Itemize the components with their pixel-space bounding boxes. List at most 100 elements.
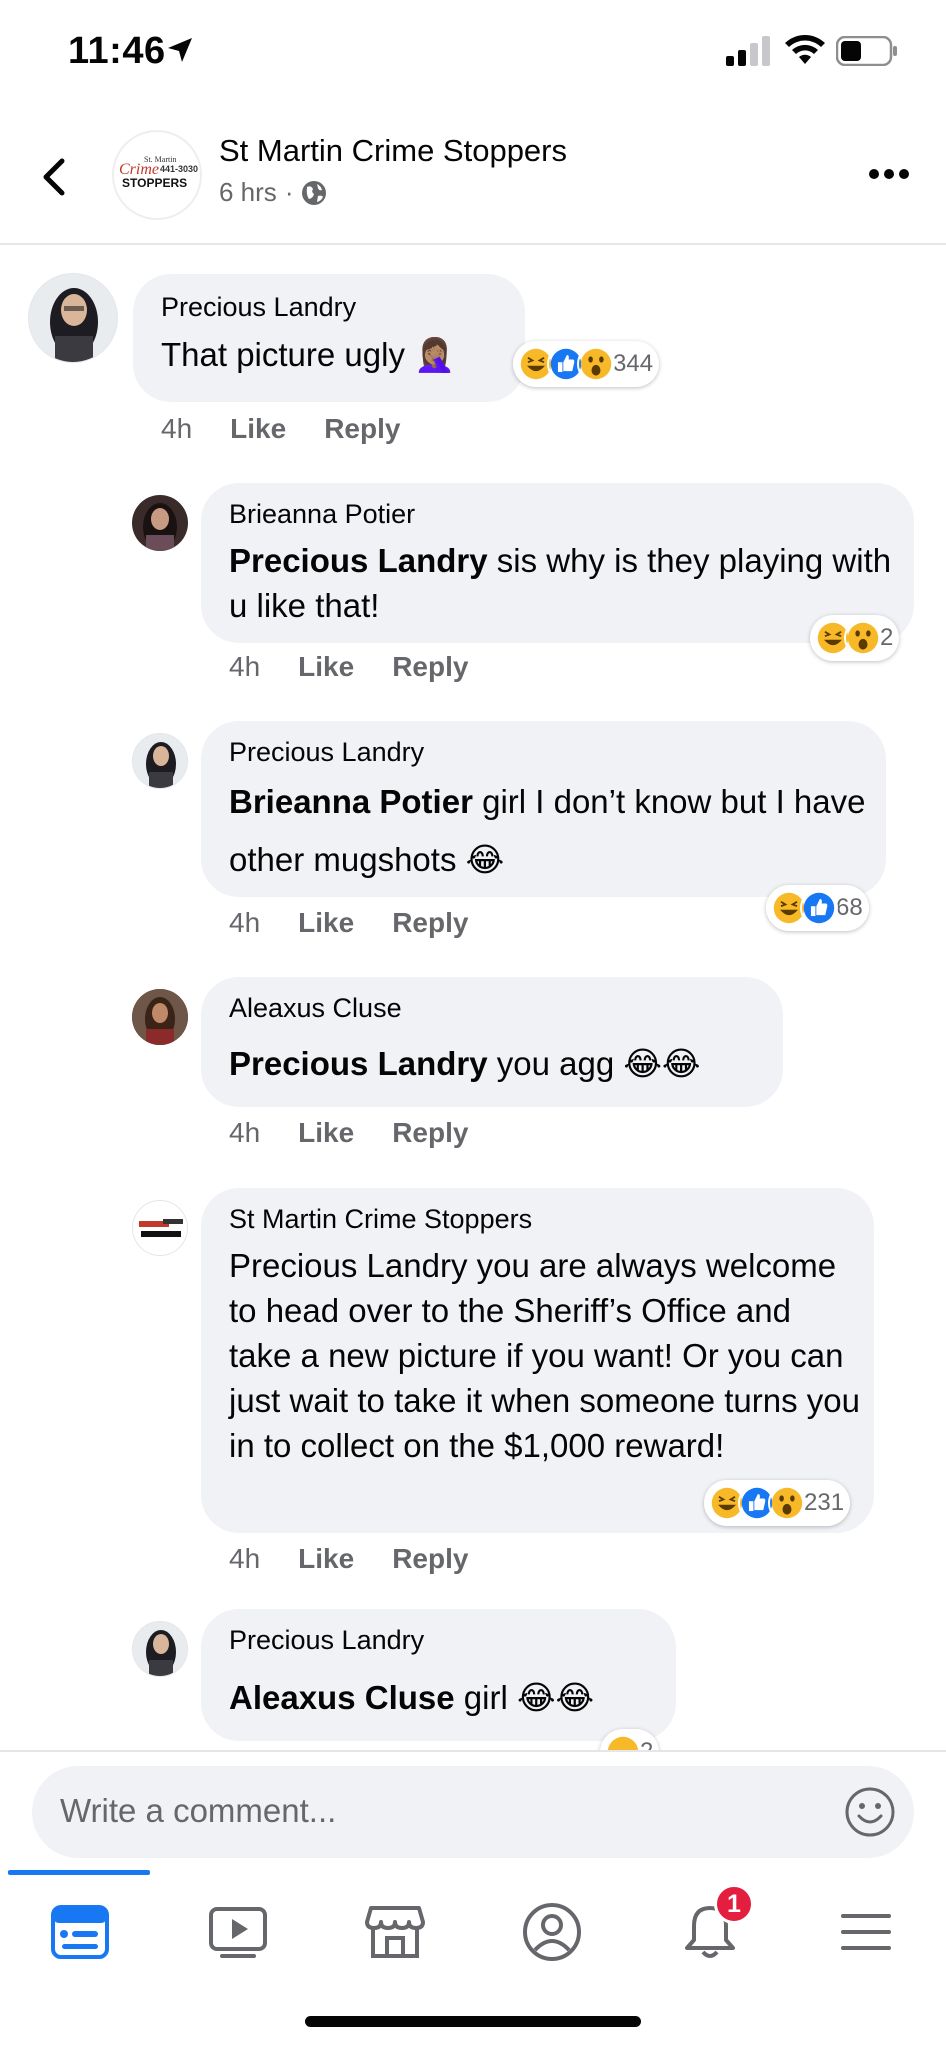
like-button[interactable]: Like	[298, 651, 354, 683]
like-button[interactable]: Like	[230, 413, 286, 445]
reaction-summary[interactable]: 68	[766, 885, 869, 931]
wow-reaction-icon	[577, 345, 615, 383]
tab-marketplace[interactable]	[355, 1892, 435, 1972]
person-photo	[143, 503, 177, 551]
comment-bubble[interactable]: Precious Landry Brieanna Potier girl I d…	[201, 721, 886, 897]
comment-bubble[interactable]: Precious Landry That picture ugly 🤦🏽‍♀️	[133, 274, 525, 402]
comment-actions: 4h Like Reply	[229, 907, 468, 939]
reply-button[interactable]: Reply	[392, 1543, 468, 1575]
comment-text: Precious Landry you are always welcome t…	[229, 1247, 860, 1464]
meta-separator: ·	[284, 177, 294, 207]
comment-author[interactable]: Precious Landry	[161, 292, 356, 323]
reply-comment: St Martin Crime Stoppers Precious Landry…	[0, 1188, 946, 1578]
crime-stoppers-logo: St. Martin Crime 441-3030 STOPPERS	[119, 155, 198, 190]
comment-text: Precious Landry you agg 😂😂	[229, 1041, 701, 1086]
post-header: St. Martin Crime 441-3030 STOPPERS St Ma…	[0, 115, 946, 245]
comment-actions: 4h Like Reply	[229, 1543, 468, 1575]
comment-thread: Precious Landry That picture ugly 🤦🏽‍♀️ …	[0, 245, 946, 1750]
back-arrow-icon[interactable]	[34, 147, 74, 207]
tab-menu[interactable]	[826, 1892, 906, 1972]
comment-text: Precious Landry sis why is they playing …	[229, 538, 909, 628]
comment-body: you agg	[487, 1045, 615, 1082]
comment-text: Brieanna Potier girl I don’t know but I …	[229, 773, 879, 889]
like-button[interactable]: Like	[298, 907, 354, 939]
tab-profile[interactable]	[512, 1892, 592, 1972]
home-indicator	[305, 2016, 641, 2027]
like-reaction-icon	[800, 889, 838, 927]
reaction-count: 68	[836, 894, 863, 921]
comment-time[interactable]: 4h	[229, 907, 260, 939]
battery-icon	[836, 36, 897, 66]
avatar[interactable]	[132, 1200, 188, 1256]
reaction-summary[interactable]: 344	[513, 341, 660, 387]
avatar[interactable]	[132, 1621, 188, 1677]
more-options-icon[interactable]	[868, 167, 910, 181]
comment-time[interactable]: 4h	[229, 1543, 260, 1575]
comment-bubble[interactable]: Precious Landry Aleaxus Cluse girl 😂😂	[201, 1609, 676, 1741]
avatar[interactable]	[132, 733, 188, 789]
news-feed-icon	[51, 1905, 109, 1959]
reply-button[interactable]: Reply	[392, 651, 468, 683]
reply-button[interactable]: Reply	[392, 907, 468, 939]
laughing-emoji: 😂	[465, 841, 505, 878]
reply-comment: Precious Landry Aleaxus Cluse girl 😂😂 2	[0, 1609, 946, 1750]
marketplace-icon	[365, 1906, 425, 1958]
post-meta: 6 hrs ·	[219, 177, 327, 208]
reaction-count: 344	[613, 350, 654, 377]
comment: Precious Landry That picture ugly 🤦🏽‍♀️ …	[0, 245, 946, 455]
wow-reaction-icon	[844, 619, 882, 657]
reaction-count: 231	[804, 1489, 845, 1516]
person-photo	[132, 989, 188, 1045]
page-name[interactable]: St Martin Crime Stoppers	[219, 133, 567, 169]
comment-author[interactable]: St Martin Crime Stoppers	[229, 1204, 532, 1235]
reply-comment: Aleaxus Cluse Precious Landry you agg 😂😂…	[0, 977, 946, 1167]
avatar[interactable]	[132, 495, 188, 551]
haha-reaction-icon	[604, 1733, 642, 1750]
mention-link[interactable]: Precious Landry	[229, 542, 488, 579]
post-time[interactable]: 6 hrs	[219, 177, 277, 208]
comment-actions: 4h Like Reply	[229, 651, 468, 683]
wow-reaction-icon	[768, 1484, 806, 1522]
page-avatar[interactable]: St. Martin Crime 441-3030 STOPPERS	[112, 130, 202, 220]
tab-news-feed[interactable]	[40, 1892, 120, 1972]
laughing-emoji: 😂😂	[516, 1679, 595, 1716]
globe-icon	[302, 180, 327, 205]
tab-watch[interactable]	[198, 1892, 278, 1972]
reply-comment: Brieanna Potier Precious Landry sis why …	[0, 483, 946, 693]
comment-time[interactable]: 4h	[229, 651, 260, 683]
comment-text: That picture ugly 🤦🏽‍♀️	[161, 332, 455, 377]
active-tab-indicator	[8, 1870, 150, 1875]
notification-badge: 1	[714, 1884, 754, 1924]
comment-time[interactable]: 4h	[229, 1117, 260, 1149]
comment-bubble[interactable]: Aleaxus Cluse Precious Landry you agg 😂😂	[201, 977, 783, 1107]
status-bar: 11:46	[0, 0, 946, 100]
facepalm-emoji: 🤦🏽‍♀️	[414, 336, 456, 373]
like-button[interactable]: Like	[298, 1543, 354, 1575]
mention-link[interactable]: Brieanna Potier	[229, 783, 473, 820]
avatar[interactable]	[28, 273, 118, 363]
comment-author[interactable]: Aleaxus Cluse	[229, 993, 402, 1024]
like-button[interactable]: Like	[298, 1117, 354, 1149]
reaction-summary[interactable]: 231	[704, 1480, 851, 1526]
comment-author[interactable]: Brieanna Potier	[229, 499, 415, 530]
reaction-count: 2	[640, 1738, 653, 1750]
avatar[interactable]	[132, 989, 188, 1045]
reply-button[interactable]: Reply	[324, 413, 400, 445]
reaction-count: 2	[880, 624, 894, 651]
crime-stoppers-logo	[139, 1219, 183, 1237]
comment-author[interactable]: Precious Landry	[229, 1625, 424, 1656]
mention-link[interactable]: Precious Landry	[229, 1045, 488, 1082]
comment-author[interactable]: Precious Landry	[229, 737, 424, 768]
reaction-summary[interactable]: 2	[810, 615, 900, 661]
comment-actions: 4h Like Reply	[161, 413, 400, 445]
tab-notifications[interactable]: 1	[670, 1884, 754, 1972]
comment-actions: 4h Like Reply	[229, 1117, 468, 1149]
comment-time[interactable]: 4h	[161, 413, 192, 445]
comment-bubble[interactable]: Brieanna Potier Precious Landry sis why …	[201, 483, 914, 643]
mention-link[interactable]: Aleaxus Cluse	[229, 1679, 455, 1716]
emoji-picker-icon[interactable]	[844, 1786, 896, 1838]
hamburger-menu-icon	[841, 1914, 891, 1950]
comment-input[interactable]: Write a comment...	[32, 1766, 914, 1858]
reply-button[interactable]: Reply	[392, 1117, 468, 1149]
person-photo	[146, 742, 176, 788]
